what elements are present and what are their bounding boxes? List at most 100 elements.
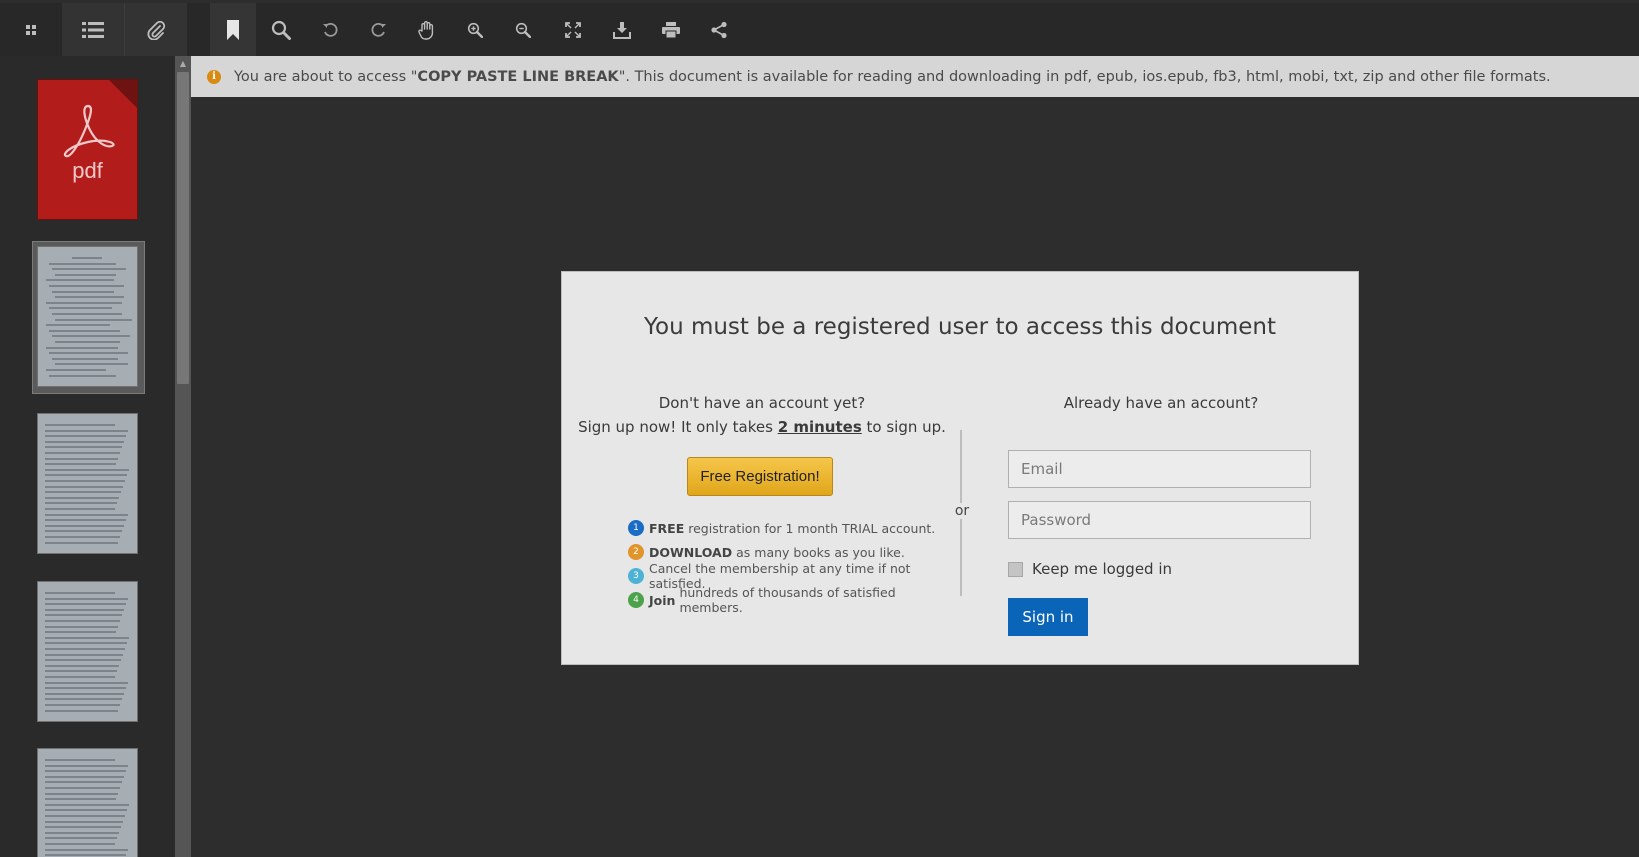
thumbnail-text-line xyxy=(45,843,115,845)
thumbnail-text-line xyxy=(55,363,128,366)
thumbnail-text-line xyxy=(45,480,125,482)
thumbnail-text-line xyxy=(45,620,120,622)
thumbnail-text-line xyxy=(49,374,116,377)
thumbnail-text-line xyxy=(45,508,115,510)
thumbnail-page-2[interactable] xyxy=(38,247,137,386)
email-field[interactable] xyxy=(1008,450,1311,488)
print-icon xyxy=(662,21,680,38)
sidebar-scrollbar[interactable]: ▲ xyxy=(175,56,191,857)
thumbnail-text-line xyxy=(45,429,128,432)
zoom-out-button[interactable] xyxy=(500,3,546,56)
thumbnail-text-line xyxy=(45,530,122,533)
scrollbar-thumb[interactable] xyxy=(177,72,189,384)
have-account-question: Already have an account? xyxy=(1063,394,1259,412)
thumbnail-text-line xyxy=(45,648,125,650)
bookmark-button[interactable] xyxy=(210,3,256,56)
thumbnail-text-line xyxy=(45,698,122,701)
signup-prefix: Sign up now! It only takes xyxy=(578,418,778,436)
attachment-button[interactable] xyxy=(125,3,187,56)
download-button[interactable] xyxy=(599,3,645,56)
thumbnail-text-line xyxy=(49,285,124,287)
benefit-item: 1 FREE registration for 1 month TRIAL acco… xyxy=(628,516,962,540)
thumbnail-page-3[interactable] xyxy=(38,414,137,553)
hand-tool-icon xyxy=(417,20,437,40)
access-notice: i You are about to access "COPY PASTE LI… xyxy=(191,56,1639,97)
thumbnail-text-line xyxy=(52,268,126,271)
thumbnail-text-line xyxy=(45,513,128,516)
benefit-number-badge: 2 xyxy=(628,544,644,560)
keep-logged-in-row: Keep me logged in xyxy=(1008,560,1172,578)
thumbnails-button[interactable] xyxy=(8,3,54,56)
thumbnail-text-line xyxy=(45,781,122,784)
thumbnail-text-line xyxy=(45,631,116,634)
zoom-out-icon xyxy=(515,22,531,38)
thumbnail-text-line xyxy=(45,770,126,773)
rotate-right-button[interactable] xyxy=(356,3,402,56)
thumbnail-text-line xyxy=(45,485,123,488)
fullscreen-icon xyxy=(565,21,581,38)
thumbnail-text-line xyxy=(45,764,128,767)
thumbnail-text-line xyxy=(55,296,124,299)
acrobat-logo-icon xyxy=(63,104,115,158)
thumbnail-text-line xyxy=(49,262,116,265)
benefit-emphasis: FREE xyxy=(649,520,685,536)
zoom-in-icon xyxy=(467,22,483,38)
thumbnail-text-line xyxy=(49,352,128,355)
thumbnail-text-line xyxy=(45,424,115,426)
zoom-in-button[interactable] xyxy=(452,3,498,56)
thumbnail-text-line xyxy=(45,676,115,678)
no-account-question: Don't have an account yet? xyxy=(658,394,866,412)
thumbnail-text-line xyxy=(45,592,115,594)
benefit-number-badge: 3 xyxy=(628,568,644,584)
signup-suffix: to sign up. xyxy=(861,418,946,436)
thumbnail-text-line xyxy=(52,335,130,338)
outline-button[interactable] xyxy=(62,3,125,56)
thumbnail-text-line xyxy=(45,759,115,761)
keep-logged-in-checkbox[interactable] xyxy=(1008,561,1023,577)
thumbnail-text-line xyxy=(45,831,119,834)
password-field[interactable] xyxy=(1008,501,1311,539)
thumbnail-text-line xyxy=(45,608,124,611)
thumbnail-text-line xyxy=(45,463,116,466)
thumbnail-page-4[interactable] xyxy=(38,582,137,721)
thumbnail-text-line xyxy=(45,815,125,817)
share-button[interactable] xyxy=(696,3,742,56)
thumbnail-text-line xyxy=(45,704,120,706)
sign-in-button[interactable]: Sign in xyxy=(1008,598,1088,636)
free-registration-button[interactable]: Free Registration! xyxy=(687,457,833,496)
scroll-up-icon[interactable]: ▲ xyxy=(175,56,191,72)
thumbnail-text-line xyxy=(52,313,122,315)
thumbnail-cover[interactable]: pdf xyxy=(38,80,137,219)
attachment-icon xyxy=(146,20,166,40)
fullscreen-button[interactable] xyxy=(550,3,596,56)
thumbnail-text-line xyxy=(45,837,117,840)
thumbnail-text-line xyxy=(45,809,127,812)
thumbnail-text-line xyxy=(55,341,120,343)
thumbnail-text-line xyxy=(45,474,127,477)
benefit-emphasis: DOWNLOAD xyxy=(649,544,733,560)
benefit-number-badge: 1 xyxy=(628,520,644,536)
thumbnail-text-line xyxy=(45,446,122,449)
thumbnail-text-line xyxy=(45,603,126,606)
toolbar xyxy=(0,3,1639,56)
thumbnail-text-line xyxy=(45,659,121,662)
rotate-left-button[interactable] xyxy=(307,3,353,56)
search-icon xyxy=(271,20,291,40)
thumbnail-text-line xyxy=(45,653,123,656)
thumbnail-text-line xyxy=(45,709,118,712)
hand-tool-button[interactable] xyxy=(404,3,450,56)
signup-prompt: Sign up now! It only takes 2 minutes to … xyxy=(562,418,962,436)
thumbnail-text-line xyxy=(45,524,124,527)
thumbnail-text-line xyxy=(45,798,116,801)
thumbnail-text-line xyxy=(52,290,114,293)
thumbnail-page-5[interactable] xyxy=(38,749,137,857)
thumbnail-text-line xyxy=(45,803,129,806)
thumbnail-text-line xyxy=(45,502,117,505)
thumbnail-text-line xyxy=(49,329,120,332)
thumbnail-text-line xyxy=(45,491,121,494)
print-button[interactable] xyxy=(648,3,694,56)
notice-suffix: ". This document is available for readin… xyxy=(618,68,1551,85)
search-button[interactable] xyxy=(258,3,304,56)
thumbnail-text-line xyxy=(46,279,114,282)
thumbnail-text-line xyxy=(55,273,116,276)
